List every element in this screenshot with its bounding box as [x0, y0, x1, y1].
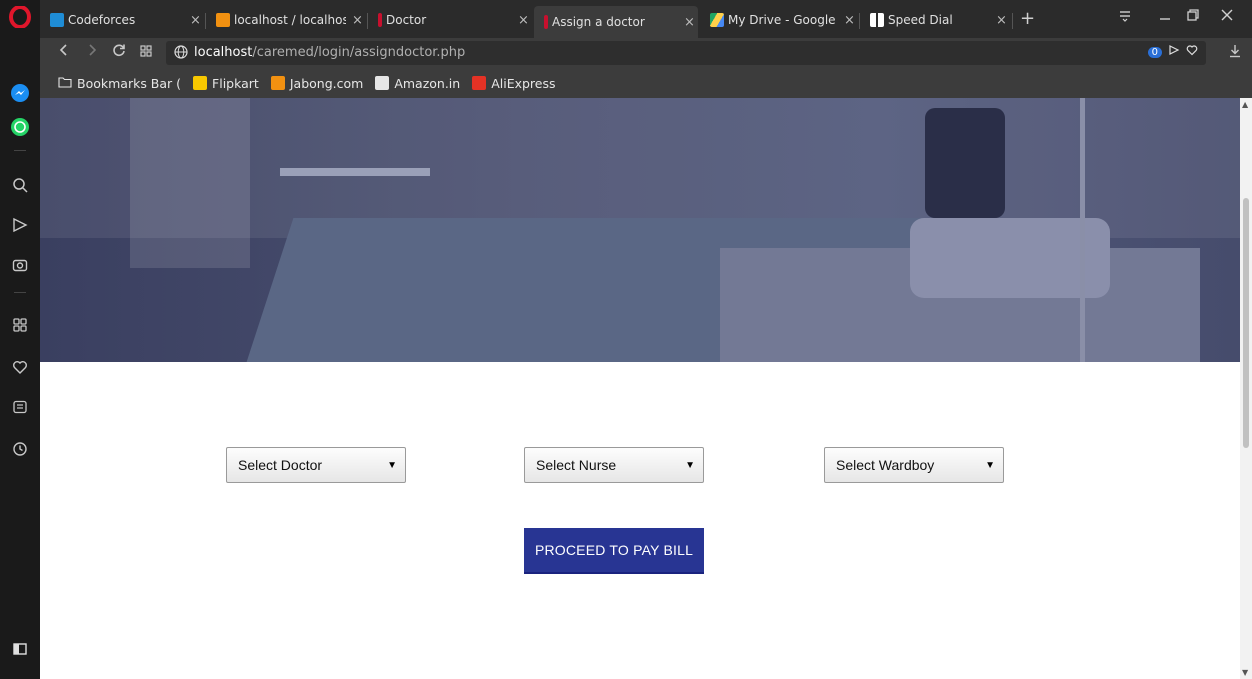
close-icon[interactable]: × — [996, 13, 1010, 28]
proceed-to-pay-bill-button[interactable]: PROCEED TO PAY BILL — [524, 528, 704, 574]
bookmark-amazon[interactable]: Amazon.in — [375, 76, 460, 91]
google-drive-icon — [710, 13, 724, 27]
bookmark-aliexpress[interactable]: AliExpress — [472, 75, 556, 91]
globe-icon — [174, 45, 190, 61]
scroll-down-icon[interactable]: ▼ — [1242, 668, 1248, 677]
close-window-icon[interactable] — [1220, 8, 1234, 26]
close-icon[interactable]: × — [352, 13, 366, 28]
dropdown-arrow-icon: ▼ — [685, 460, 695, 471]
search-icon[interactable] — [9, 174, 31, 196]
tab-title: Assign a doctor — [552, 15, 645, 29]
nurse-select[interactable]: Select Nurse ▼ — [524, 447, 704, 483]
minimize-icon[interactable] — [1158, 8, 1172, 26]
tab-title: localhost / localhos — [234, 13, 346, 27]
send-icon[interactable] — [9, 214, 31, 236]
bookmark-folder[interactable]: Bookmarks Bar ( — [58, 76, 181, 91]
dropdown-arrow-icon: ▼ — [387, 460, 397, 471]
bookmarks-bar: Bookmarks Bar ( Flipkart Jabong.com Amaz… — [40, 68, 1252, 98]
reload-icon[interactable] — [112, 43, 126, 61]
caremed-icon — [378, 13, 382, 27]
browser-sidebar — [0, 0, 40, 679]
send-to-flow-icon[interactable] — [1168, 44, 1180, 60]
tab-speed-dial[interactable]: Speed Dial × — [860, 6, 1010, 34]
wardboy-select-value: Select Wardboy — [836, 457, 935, 473]
wardboy-select[interactable]: Select Wardboy ▼ — [824, 447, 1004, 483]
download-icon[interactable] — [1228, 44, 1242, 62]
bookmark-label: Bookmarks Bar ( — [77, 75, 182, 91]
amazon-icon — [375, 76, 390, 90]
doctor-select[interactable]: Select Doctor ▼ — [226, 447, 406, 483]
tab-grid-icon[interactable] — [140, 43, 152, 61]
bookmark-label: Jabong.com — [289, 75, 364, 91]
folder-icon — [58, 76, 72, 91]
forward-icon[interactable] — [86, 43, 98, 61]
tab-google-drive[interactable]: My Drive - Google × — [700, 6, 858, 34]
close-icon[interactable]: × — [844, 13, 858, 28]
speed-dial-tab-icon — [870, 13, 884, 27]
address-bar: localhost/caremed/login/assigndoctor.php… — [40, 38, 1252, 68]
jabong-icon — [270, 76, 285, 90]
speed-dial-icon[interactable] — [9, 314, 31, 336]
doctor-select-value: Select Doctor — [238, 457, 323, 473]
bookmark-label: AliExpress — [491, 75, 556, 91]
url-path: /caremed/login/assigndoctor.php — [252, 45, 466, 60]
tab-codeforces[interactable]: Codeforces × — [40, 6, 204, 34]
codeforces-icon — [50, 13, 64, 27]
tab-title: Codeforces — [68, 13, 136, 27]
history-icon[interactable] — [9, 438, 31, 460]
whatsapp-icon[interactable] — [9, 116, 31, 138]
phpmyadmin-icon — [216, 13, 230, 27]
heart-icon[interactable] — [9, 356, 31, 378]
hero-image-hospital-bed — [40, 98, 1240, 362]
nurse-select-value: Select Nurse — [536, 457, 617, 473]
flipkart-icon — [193, 76, 208, 90]
scroll-up-icon[interactable]: ▲ — [1242, 100, 1248, 109]
camera-icon[interactable] — [9, 254, 31, 276]
tab-strip: Codeforces × localhost / localhos × Doct… — [40, 0, 1252, 38]
messenger-icon[interactable] — [9, 82, 31, 104]
tab-phpmyadmin[interactable]: localhost / localhos × — [206, 6, 366, 34]
tab-title: Doctor — [386, 13, 427, 27]
opera-logo-icon[interactable] — [9, 6, 31, 28]
back-icon[interactable] — [58, 43, 70, 61]
aliexpress-icon — [472, 76, 487, 90]
restore-icon[interactable] — [1186, 8, 1200, 26]
bookmark-jabong[interactable]: Jabong.com — [270, 75, 364, 91]
page-scrollbar[interactable]: ▲ ▼ — [1240, 98, 1252, 679]
sidebar-toggle-icon[interactable] — [9, 638, 31, 660]
bookmark-label: Flipkart — [212, 75, 259, 91]
tab-doctor[interactable]: Doctor × — [368, 6, 532, 34]
scrollbar-thumb[interactable] — [1243, 198, 1249, 448]
page-viewport: Select Doctor ▼ Select Nurse ▼ Select Wa… — [40, 98, 1240, 679]
ad-block-badge[interactable]: 0 — [1147, 46, 1162, 58]
tab-title: Speed Dial — [888, 13, 953, 27]
close-icon[interactable]: × — [684, 15, 698, 30]
new-tab-button[interactable]: + — [1020, 8, 1035, 29]
url-field[interactable]: localhost/caremed/login/assigndoctor.php… — [166, 41, 1206, 65]
dropdown-arrow-icon: ▼ — [985, 460, 995, 471]
bookmark-flipkart[interactable]: Flipkart — [193, 76, 259, 91]
close-icon[interactable]: × — [518, 13, 532, 28]
news-icon[interactable] — [9, 396, 31, 418]
tab-menu-icon[interactable] — [1118, 8, 1132, 26]
bookmark-heart-icon[interactable] — [1186, 44, 1198, 60]
caremed-icon — [544, 15, 548, 29]
tab-assign-doctor[interactable]: Assign a doctor × — [534, 6, 698, 38]
url-text: localhost/caremed/login/assigndoctor.php — [194, 45, 465, 60]
close-icon[interactable]: × — [190, 13, 204, 28]
bookmark-label: Amazon.in — [394, 75, 461, 91]
url-host: localhost — [194, 45, 253, 60]
tab-title: My Drive - Google — [728, 13, 836, 27]
